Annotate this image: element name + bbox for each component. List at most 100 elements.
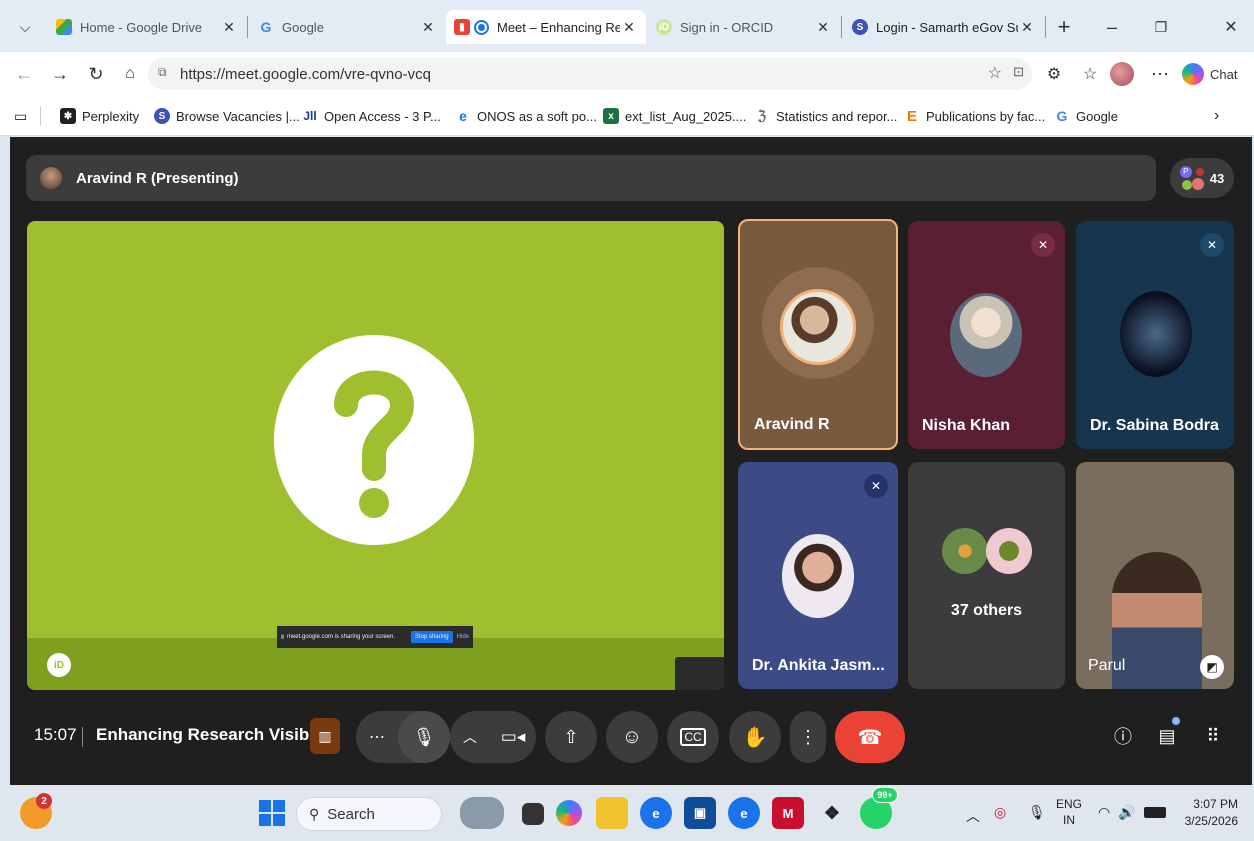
participant-count: 43 xyxy=(1209,170,1225,186)
muted-mic-icon: ✕ xyxy=(864,474,888,498)
meeting-time: 15:07 xyxy=(34,725,77,744)
close-icon[interactable]: ✕ xyxy=(220,19,238,36)
store-icon[interactable]: ▣ xyxy=(684,797,716,829)
emoji-reaction-icon[interactable]: ☺ xyxy=(606,711,658,763)
participants-button[interactable]: P 43 xyxy=(1170,158,1234,198)
participant-tile-sabina[interactable]: ✕ Dr. Sabina Bodra xyxy=(1076,221,1234,449)
participant-name: Parul xyxy=(1088,657,1126,674)
participant-tile-aravind[interactable]: Aravind R xyxy=(738,219,898,450)
widgets-icon[interactable]: 2 xyxy=(20,793,52,829)
chevron-right-icon[interactable]: › xyxy=(1214,104,1219,128)
manatee-widget-icon[interactable] xyxy=(460,797,504,829)
bookmark-ext-list[interactable]: x ext_list_Aug_2025.... xyxy=(603,104,746,128)
restore-icon[interactable]: ❐ xyxy=(1146,14,1176,40)
battery-icon[interactable] xyxy=(1144,807,1166,818)
close-icon[interactable]: ✕ xyxy=(620,19,638,36)
more-audio-options-icon[interactable]: ⋯ xyxy=(356,727,398,747)
hide-button[interactable]: Hide xyxy=(457,634,469,640)
new-tab-plus-icon[interactable]: + xyxy=(1050,14,1078,40)
tab-google[interactable]: G Google ✕ xyxy=(250,10,445,44)
mcafee-icon[interactable]: M xyxy=(772,797,804,829)
microphone-icon[interactable]: 🎙 xyxy=(398,711,450,763)
bookmark-open-access[interactable]: Jll Open Access - 3 P... xyxy=(302,104,441,128)
bookmark-label: Statistics and repor... xyxy=(776,108,898,124)
close-icon[interactable]: ✕ xyxy=(1018,19,1036,36)
close-icon[interactable]: ✕ xyxy=(814,19,832,36)
bookmark-statistics[interactable]: ℨ Statistics and repor... xyxy=(754,104,897,128)
tab-actions-icon[interactable]: ▭ xyxy=(14,104,27,128)
extensions-icon[interactable]: ⚙ xyxy=(1038,58,1070,90)
screen-share-notice: Ⅱ meet.google.com is sharing your screen… xyxy=(277,626,473,648)
camera-icon[interactable]: ▭◂ xyxy=(490,727,536,747)
presentation-screen: iD Ⅱ meet.google.com is sharing your scr… xyxy=(27,221,724,690)
bookmark-label: ONOS as a soft po... xyxy=(477,108,597,124)
participant-tile-ankita[interactable]: ✕ Dr. Ankita Jasm... xyxy=(738,462,898,689)
bookmark-onos[interactable]: e ONOS as a soft po... xyxy=(455,104,597,128)
tab-list-chevron-icon[interactable]: ⌵ xyxy=(12,14,38,40)
tab-google-drive[interactable]: Home - Google Drive ✕ xyxy=(48,10,246,44)
file-explorer-icon[interactable] xyxy=(596,797,628,829)
home-icon[interactable]: ⌂ xyxy=(114,58,146,90)
bookmark-label: Google xyxy=(1076,108,1118,124)
stop-sharing-button[interactable]: Stop sharing xyxy=(410,631,453,643)
tray-app-icon[interactable]: ◎ xyxy=(994,804,1006,821)
wifi-icon[interactable]: ◠ xyxy=(1098,804,1110,821)
recording-icon xyxy=(474,19,489,35)
participant-tile-parul[interactable]: Parul ◩ xyxy=(1076,462,1234,689)
close-icon[interactable]: ✕ xyxy=(419,19,437,36)
tab-title: Google xyxy=(282,19,324,35)
back-icon[interactable]: ← xyxy=(8,58,40,90)
bookmark-google[interactable]: G Google xyxy=(1054,104,1118,128)
profile-avatar[interactable] xyxy=(1110,62,1134,86)
breakout-room-icon[interactable]: ▥ xyxy=(310,718,340,754)
tab-orcid[interactable]: iD Sign in - ORCID ✕ xyxy=(648,10,840,44)
participant-tile-nisha[interactable]: ✕ Nisha Khan xyxy=(908,221,1065,449)
site-info-icon[interactable]: ⧉ xyxy=(158,65,167,80)
refresh-icon[interactable]: ↻ xyxy=(80,58,112,90)
system-clock[interactable]: 3:07 PM 3/25/2026 xyxy=(1176,796,1238,830)
forward-icon[interactable]: → xyxy=(44,58,76,90)
copilot-icon[interactable] xyxy=(556,800,582,826)
bookmark-label: Perplexity xyxy=(82,108,140,124)
avatar xyxy=(942,528,988,574)
activities-grid-icon[interactable]: ⠿ xyxy=(1198,721,1228,751)
dropbox-icon[interactable]: ❖ xyxy=(816,797,848,829)
tab-samarth[interactable]: S Login - Samarth eGov Suite ✕ xyxy=(844,10,1044,44)
tab-meet[interactable]: ▮ Meet – Enhancing Rese ✕ xyxy=(446,10,646,44)
taskbar-search[interactable]: ⚲ Search xyxy=(296,797,442,831)
chevron-up-icon[interactable]: ︿ xyxy=(450,727,490,747)
captions-icon[interactable]: CC xyxy=(667,711,719,763)
bookmark-publications[interactable]: E Publications by fac... xyxy=(904,104,1045,128)
volume-icon[interactable]: 🔊 xyxy=(1118,804,1135,821)
end-call-button[interactable]: ☎ xyxy=(835,711,905,763)
meeting-info-icon[interactable]: ⓘ xyxy=(1108,721,1138,751)
show-hidden-icons-chevron-icon[interactable]: ︿ xyxy=(966,806,980,826)
chat-icon[interactable]: ▤ xyxy=(1152,717,1182,751)
more-menu-icon[interactable]: ⋯ xyxy=(1144,58,1176,90)
windows-start-icon[interactable] xyxy=(256,797,288,829)
muted-mic-icon: ✕ xyxy=(1200,233,1224,257)
bookmark-perplexity[interactable]: ✱ Perplexity xyxy=(60,104,139,128)
minimize-icon[interactable]: – xyxy=(1097,14,1127,40)
close-window-icon[interactable]: ✕ xyxy=(1216,14,1246,40)
language-indicator[interactable]: ENG IN xyxy=(1056,796,1082,828)
pin-icon[interactable]: ◩ xyxy=(1200,655,1224,679)
more-options-icon[interactable]: ⋮ xyxy=(790,711,826,763)
copilot-chat-button[interactable]: Chat xyxy=(1182,60,1248,88)
edge-beta-icon[interactable]: e xyxy=(728,797,760,829)
avatar xyxy=(780,289,856,365)
samarth-icon: S xyxy=(852,19,868,35)
edge-icon[interactable]: e xyxy=(640,797,672,829)
participants-avatars-icon: P xyxy=(1179,166,1204,190)
address-bar[interactable]: ⧉ https://meet.google.com/vre-qvno-vcq ☆… xyxy=(148,58,1032,90)
participant-tile-others[interactable]: 37 others xyxy=(908,462,1065,689)
present-screen-icon[interactable]: ⇧ xyxy=(545,711,597,763)
reader-view-icon[interactable]: ⊡ xyxy=(1013,64,1024,80)
raise-hand-icon[interactable]: ✋ xyxy=(729,711,781,763)
favorites-icon[interactable]: ☆ xyxy=(1074,58,1106,90)
task-view-icon[interactable] xyxy=(522,803,544,825)
bookmark-browse-vacancies[interactable]: S Browse Vacancies |... xyxy=(154,104,300,128)
favorite-star-icon[interactable]: ☆ xyxy=(988,63,1002,83)
orcid-icon: iD xyxy=(656,19,672,35)
whatsapp-icon[interactable]: 99+ xyxy=(860,787,898,829)
